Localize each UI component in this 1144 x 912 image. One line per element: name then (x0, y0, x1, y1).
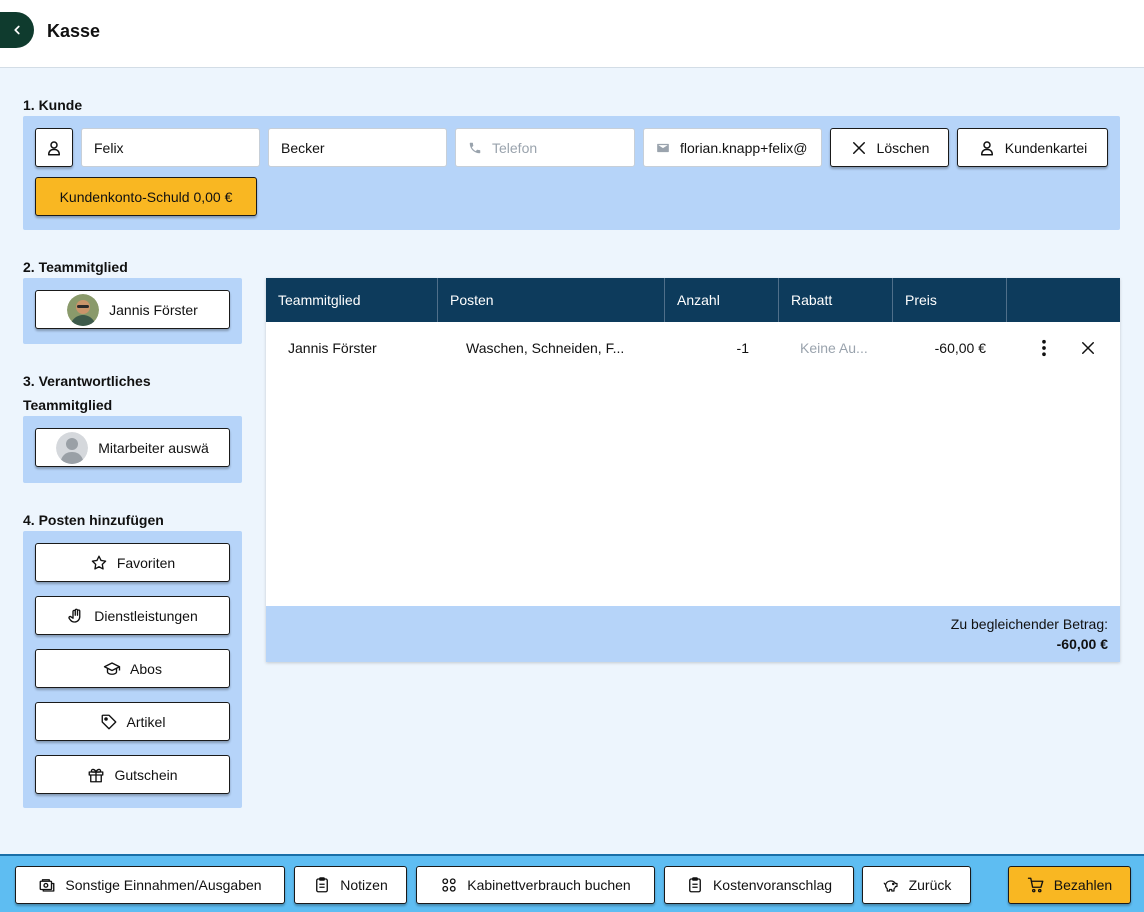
back-button[interactable] (0, 12, 34, 48)
section-label-responsible-line2: Teammitglied (23, 397, 113, 413)
team-member-button[interactable]: Jannis Förster (35, 290, 230, 329)
placeholder-avatar-icon (56, 431, 89, 464)
column-header-team-member: Teammitglied (266, 278, 438, 322)
other-income-expenses-label: Sonstige Einnahmen/Ausgaben (65, 877, 262, 893)
section-label-customer: 1. Kunde (23, 97, 83, 113)
user-icon (978, 139, 996, 157)
column-header-quantity: Anzahl (665, 278, 779, 322)
column-header-item: Posten (438, 278, 665, 322)
articles-button[interactable]: Artikel (35, 702, 230, 741)
gift-icon (87, 766, 105, 784)
row-quantity[interactable]: -1 (686, 322, 749, 374)
responsible-member-label: Mitarbeiter auswä (98, 439, 209, 456)
customer-debt-button[interactable]: Kundenkonto-Schuld 0,00 € (35, 177, 257, 216)
row-item: Waschen, Schneiden, F... (466, 340, 625, 356)
pay-button[interactable]: Bezahlen (1008, 866, 1131, 904)
services-label: Dienstleistungen (94, 607, 198, 624)
cabinet-consumption-button[interactable]: Kabinettverbrauch buchen (416, 866, 655, 904)
voucher-label: Gutschein (114, 766, 178, 783)
star-icon (90, 554, 108, 572)
articles-label: Artikel (126, 713, 166, 730)
mail-icon (656, 141, 670, 155)
cash-register-icon (38, 876, 56, 894)
section-label-responsible-line1: 3. Verantwortliches (23, 373, 151, 389)
total-value: -60,00 € (1056, 636, 1108, 652)
row-remove-button[interactable] (1076, 322, 1100, 374)
section-label-add-items: 4. Posten hinzufügen (23, 512, 164, 528)
row-team-member: Jannis Förster (288, 340, 377, 356)
cart-icon (1027, 876, 1045, 894)
responsible-member-select-button[interactable]: Mitarbeiter auswä (35, 428, 230, 467)
total-label: Zu begleichender Betrag: (950, 616, 1108, 632)
team-member-name: Jannis Förster (109, 301, 198, 318)
delete-customer-button[interactable]: Löschen (830, 128, 949, 167)
close-icon (850, 139, 868, 157)
cost-estimate-button[interactable]: Kostenvoranschlag (664, 866, 854, 904)
column-header-price: Preis (893, 278, 1007, 322)
notes-label: Notizen (340, 877, 388, 893)
services-button[interactable]: Dienstleistungen (35, 596, 230, 635)
clipboard-icon (313, 876, 331, 894)
email-field[interactable]: florian.knapp+felix@ (643, 128, 822, 167)
close-icon (1082, 342, 1094, 354)
add-items-panel: Favoriten Dienstleistungen Abos Artikel … (23, 531, 242, 808)
grid-icon (440, 876, 458, 894)
subscriptions-label: Abos (130, 660, 162, 677)
table-footer: Zu begleichender Betrag: -60,00 € (266, 606, 1120, 662)
avatar (67, 293, 100, 326)
page-title: Kasse (47, 21, 101, 41)
email-value: florian.knapp+felix@ (680, 139, 808, 156)
hand-icon (67, 607, 85, 625)
user-icon (48, 140, 60, 155)
row-more-menu-button[interactable] (1032, 322, 1056, 374)
team-member-panel: Jannis Förster (23, 278, 242, 344)
section-label-team-member: 2. Teammitglied (23, 259, 128, 275)
notes-button[interactable]: Notizen (294, 866, 407, 904)
column-header-actions (1007, 278, 1120, 322)
row-discount[interactable]: Keine Au... (800, 322, 890, 374)
table-header: Teammitglied Posten Anzahl Rabatt Preis (266, 278, 1120, 322)
more-vertical-icon (1042, 339, 1046, 357)
piggy-bank-icon (882, 876, 900, 894)
back-footer-label: Zurück (908, 877, 952, 893)
cost-estimate-label: Kostenvoranschlag (712, 877, 833, 893)
phone-placeholder: Telefon (492, 139, 538, 156)
favorites-button[interactable]: Favoriten (35, 543, 230, 582)
column-header-discount: Rabatt (779, 278, 893, 322)
customer-select-button[interactable] (35, 128, 73, 167)
footer-bar: Sonstige Einnahmen/Ausgaben Notizen Kabi… (0, 854, 1144, 912)
last-name-field[interactable]: Becker (268, 128, 447, 167)
table-row[interactable]: Jannis Förster Waschen, Schneiden, F... … (266, 322, 1120, 374)
other-income-expenses-button[interactable]: Sonstige Einnahmen/Ausgaben (15, 866, 285, 904)
customer-file-label: Kundenkartei (1004, 139, 1088, 156)
graduation-cap-icon (103, 660, 121, 678)
clipboard-icon (686, 876, 704, 894)
chevron-left-icon (14, 25, 20, 35)
phone-icon (468, 141, 482, 155)
cart-table: Teammitglied Posten Anzahl Rabatt Preis … (266, 278, 1120, 662)
back-footer-button[interactable]: Zurück (862, 866, 971, 904)
cabinet-consumption-label: Kabinettverbrauch buchen (467, 877, 631, 893)
pay-label: Bezahlen (1053, 877, 1113, 893)
customer-file-button[interactable]: Kundenkartei (957, 128, 1108, 167)
first-name-field[interactable]: Felix (81, 128, 260, 167)
subscriptions-button[interactable]: Abos (35, 649, 230, 688)
favorites-label: Favoriten (116, 554, 176, 571)
tag-icon (100, 713, 118, 731)
delete-label: Löschen (876, 139, 930, 156)
row-price[interactable]: -60,00 € (906, 322, 986, 374)
responsible-member-panel: Mitarbeiter auswä (23, 416, 242, 483)
phone-field[interactable]: Telefon (455, 128, 635, 167)
customer-panel: Felix Becker Telefon florian.knapp+felix… (23, 116, 1120, 230)
voucher-button[interactable]: Gutschein (35, 755, 230, 794)
header-bar: Kasse (0, 0, 1144, 68)
